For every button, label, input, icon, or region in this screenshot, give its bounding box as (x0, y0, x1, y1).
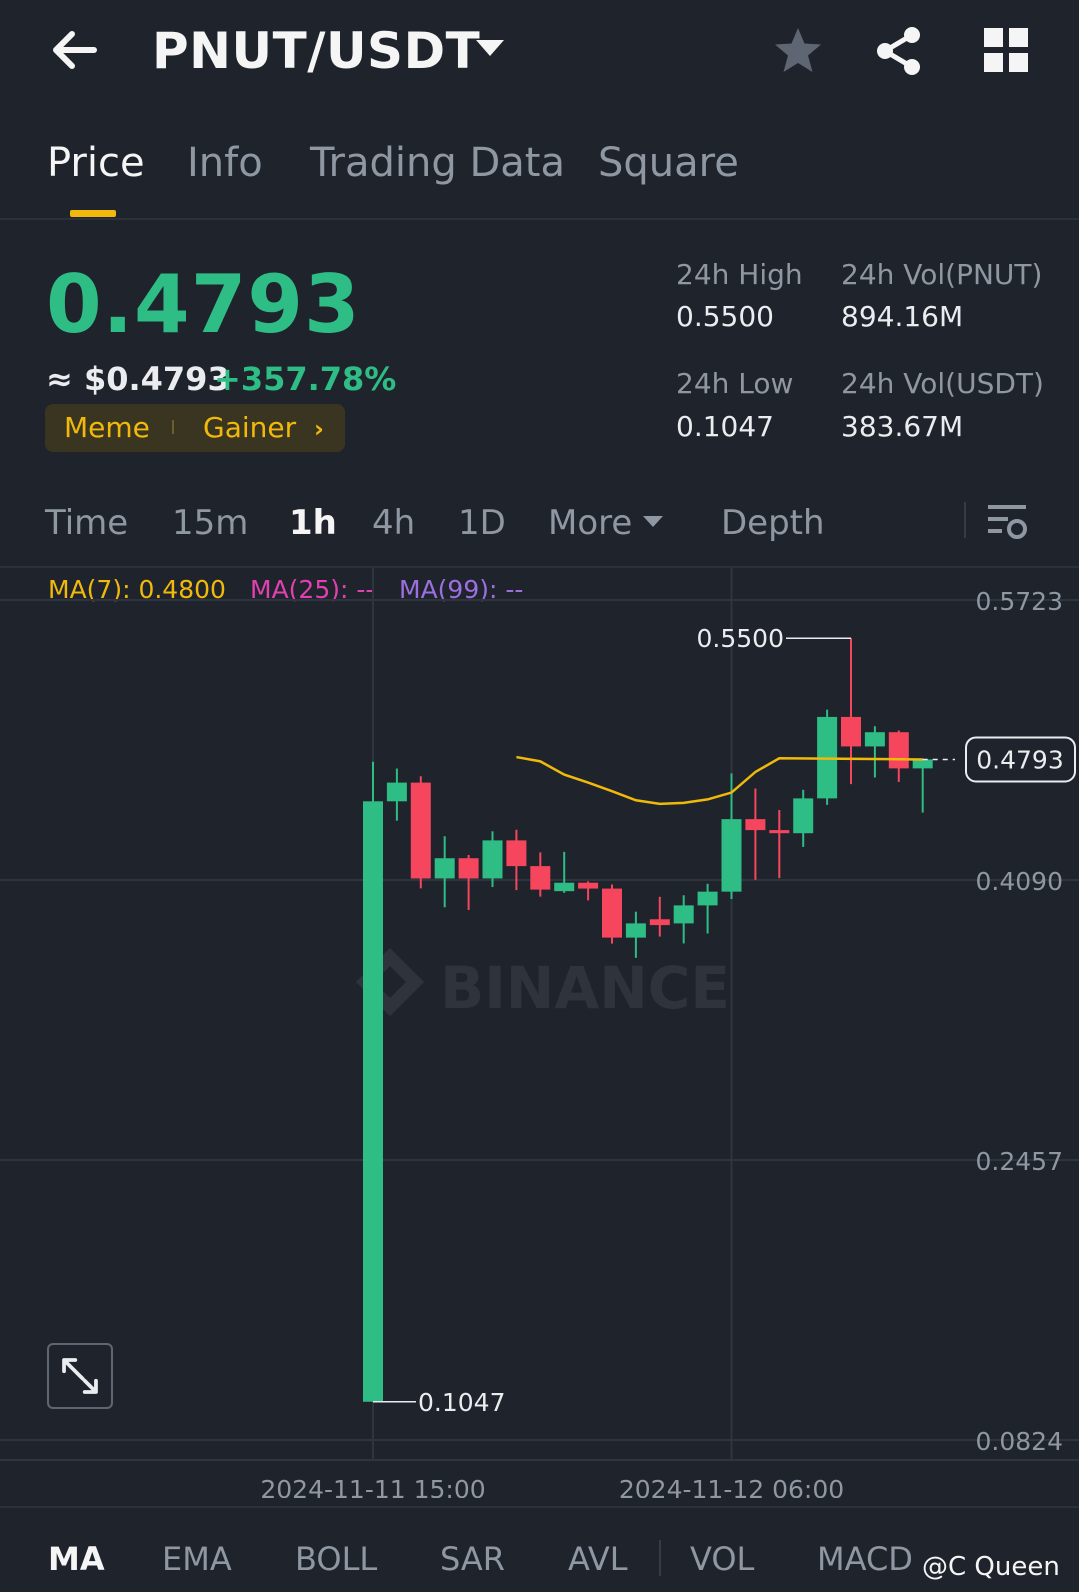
candle-up (625, 923, 646, 938)
candle-down (649, 919, 670, 926)
y-tick-label: 0.5723 (976, 587, 1063, 616)
trading-pair-title[interactable]: PNUT/USDT (152, 22, 480, 80)
stat-24h-vol-base-label: 24h Vol(PNUT) (841, 258, 1043, 291)
stat-24h-vol-base-value: 894.16M (841, 300, 964, 333)
indicator-sar[interactable]: SAR (440, 1540, 505, 1578)
expand-icon[interactable] (47, 1343, 113, 1409)
y-tick-label: 0.2457 (976, 1147, 1063, 1176)
y-tick-label: 0.4090 (976, 867, 1063, 896)
interval-time[interactable]: Time (45, 503, 128, 543)
candle-up (697, 891, 718, 906)
candle-down (458, 858, 479, 879)
indicator-ma[interactable]: MA (48, 1540, 105, 1578)
candle-up (554, 882, 575, 892)
candle-up (864, 732, 885, 747)
interval-1h[interactable]: 1h (289, 503, 337, 543)
candle-down (530, 866, 551, 890)
tag-gainer[interactable]: Gainer (203, 411, 296, 444)
interval-more[interactable]: More (548, 503, 632, 543)
share-icon[interactable] (874, 26, 924, 76)
indicator-vol[interactable]: VOL (690, 1540, 754, 1578)
candle-down (410, 782, 431, 879)
indicator-macd[interactable]: MACD (817, 1540, 913, 1578)
high-marker-label: 0.5500 (697, 624, 784, 653)
stat-24h-high-value: 0.5500 (676, 300, 774, 333)
candle-down (888, 732, 909, 769)
stat-24h-vol-quote-value: 383.67M (841, 410, 964, 443)
interval-4h[interactable]: 4h (372, 503, 415, 543)
indicator-boll[interactable]: BOLL (295, 1540, 377, 1578)
x-tick-label: 2024-11-11 15:00 (260, 1475, 485, 1498)
binance-logo-watermark: BINANCE (356, 948, 730, 1022)
candle-up (482, 840, 503, 879)
stat-24h-vol-quote-label: 24h Vol(USDT) (841, 367, 1044, 400)
fiat-price: ≈ $0.4793 (46, 360, 230, 398)
candle-up (673, 905, 694, 924)
interval-15m[interactable]: 15m (172, 503, 248, 543)
author-watermark: @C Queen (922, 1552, 1060, 1582)
active-tab-indicator (70, 210, 116, 217)
tag-meme[interactable]: Meme (64, 411, 150, 444)
y-tick-label: 0.0824 (976, 1427, 1063, 1456)
stat-24h-low-label: 24h Low (676, 367, 794, 400)
indicator-avl[interactable]: AVL (568, 1540, 628, 1578)
tabs-divider (0, 218, 1079, 220)
candle-down (506, 840, 527, 867)
candle-down (578, 882, 599, 889)
candle-down (769, 830, 790, 834)
indicator-separator (659, 1540, 661, 1576)
caret-down-icon[interactable] (476, 40, 504, 56)
tab-price[interactable]: Price (47, 140, 145, 186)
more-caret-icon[interactable] (643, 516, 663, 527)
stat-24h-high-label: 24h High (676, 258, 803, 291)
chart-watermark-text: BINANCE (440, 954, 730, 1022)
candle-up (434, 858, 455, 879)
depth-tab[interactable]: Depth (721, 503, 825, 543)
price-change-percent: +357.78% (214, 360, 397, 398)
tab-info[interactable]: Info (187, 140, 263, 186)
candle-up (912, 759, 933, 769)
candle-down (602, 888, 622, 938)
back-arrow-icon[interactable] (48, 26, 102, 74)
low-marker-label: 0.1047 (418, 1388, 505, 1417)
chevron-right-icon[interactable]: › (314, 415, 324, 443)
last-price-tag-label: 0.4793 (976, 745, 1063, 774)
candle-down (841, 716, 861, 747)
candle-down (745, 819, 766, 831)
interval-separator (964, 502, 966, 538)
bottom-divider (0, 1506, 1079, 1508)
chart-settings-icon[interactable] (988, 502, 1028, 540)
grid-icon[interactable] (984, 28, 1028, 72)
tab-trading-data[interactable]: Trading Data (310, 140, 565, 186)
last-price: 0.4793 (46, 258, 361, 351)
x-tick-label: 2024-11-12 06:00 (619, 1475, 844, 1498)
indicator-ema[interactable]: EMA (162, 1540, 232, 1578)
tag-separator (172, 420, 174, 434)
candle-up (386, 782, 407, 802)
ma7-line (516, 755, 923, 806)
candle-up (721, 819, 742, 892)
candle-up (363, 801, 383, 1402)
interval-1d[interactable]: 1D (458, 503, 506, 543)
tab-square[interactable]: Square (598, 140, 739, 186)
stat-24h-low-value: 0.1047 (676, 410, 774, 443)
star-icon[interactable] (772, 26, 824, 76)
candlestick-chart[interactable]: 0.5723 0.4090 0.2457 0.0824 2024-11-11 15:00… (0, 568, 1079, 1498)
candle-up (793, 798, 814, 834)
